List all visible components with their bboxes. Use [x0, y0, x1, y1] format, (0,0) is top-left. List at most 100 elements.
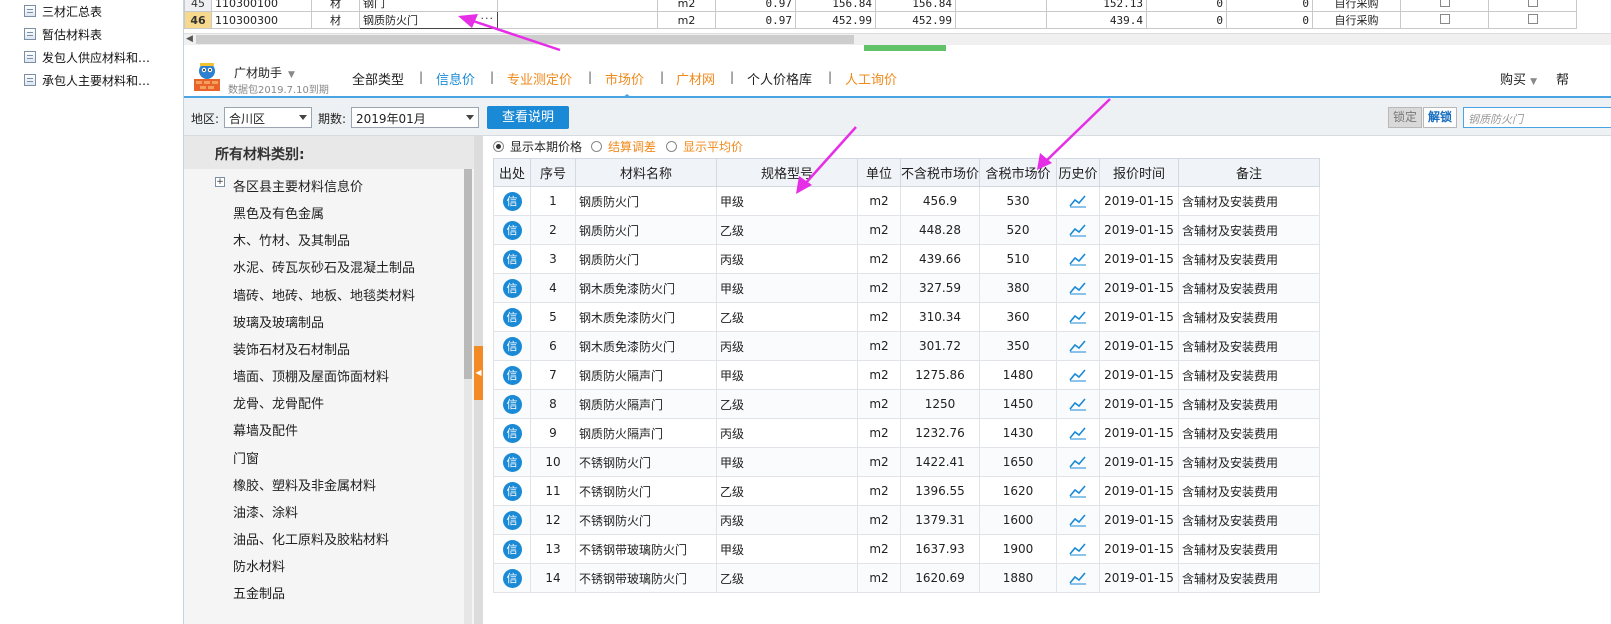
cell-source[interactable]: 信 [493, 447, 531, 477]
cell-spec[interactable]: 丙级 [716, 505, 858, 535]
cell-date[interactable]: 2019-01-15 [1099, 534, 1179, 564]
cell-unit[interactable]: m2 [857, 389, 901, 419]
tab-market-price[interactable]: 市场价 [605, 69, 644, 88]
cell-history[interactable] [1056, 505, 1100, 535]
cell-seq[interactable]: 4 [530, 273, 576, 303]
cell-name[interactable]: 不锈钢防火门 [575, 505, 717, 535]
tab-guangcai-net[interactable]: 广材网 [676, 69, 715, 88]
cell-source[interactable]: 信 [493, 389, 531, 419]
cell-price-inc-tax[interactable]: 1620 [979, 476, 1057, 506]
category-item[interactable]: 油漆、涂料 [233, 502, 298, 521]
cell-history[interactable] [1056, 389, 1100, 419]
cell-seq[interactable]: 10 [530, 447, 576, 477]
tab-all-types[interactable]: 全部类型 [352, 69, 404, 88]
cell-seq[interactable]: 1 [530, 186, 576, 216]
grid-cell-name-editing[interactable]: 钢质防火门 ··· [359, 11, 498, 29]
cell-source[interactable]: 信 [493, 476, 531, 506]
grid-cell-code[interactable]: 110300100 [211, 0, 312, 12]
cell-price-inc-tax[interactable]: 1480 [979, 360, 1057, 390]
cell-seq[interactable]: 9 [530, 418, 576, 448]
cell-history[interactable] [1056, 563, 1100, 593]
scrollbar-thumb[interactable] [464, 169, 472, 379]
cell-unit[interactable]: m2 [857, 505, 901, 535]
cell-history[interactable] [1056, 302, 1100, 332]
grid-cell-empty[interactable] [955, 11, 1047, 29]
buy-menu[interactable]: 购买 ▼ [1500, 69, 1537, 88]
category-item[interactable]: 龙骨、龙骨配件 [233, 393, 324, 412]
info-source-badge[interactable]: 信 [502, 568, 522, 588]
cell-history[interactable] [1056, 447, 1100, 477]
cell-price-inc-tax[interactable]: 380 [979, 273, 1057, 303]
cell-price-ex-tax[interactable]: 439.66 [900, 244, 980, 274]
table-row[interactable]: 信 8 钢质防火隔声门 乙级 m2 1250 1450 2019-01-15 含辅材及安装费用 [493, 389, 1320, 419]
cell-note[interactable]: 含辅材及安装费用 [1178, 447, 1320, 477]
grid-cell-check[interactable] [1400, 0, 1489, 12]
category-item[interactable]: 黑色及有色金属 [233, 203, 324, 222]
cell-price-ex-tax[interactable]: 327.59 [900, 273, 980, 303]
grid-cell-coef[interactable]: 0.97 [715, 0, 796, 12]
cell-note[interactable]: 含辅材及安装费用 [1178, 215, 1320, 245]
region-select[interactable]: 合川区 [224, 107, 312, 128]
cell-spec[interactable]: 丙级 [716, 418, 858, 448]
category-item[interactable]: 装饰石材及石材制品 [233, 339, 350, 358]
row-number[interactable]: 46 [184, 11, 212, 29]
col-price-ex-tax[interactable]: 不含税市场价 [900, 158, 980, 187]
info-source-badge[interactable]: 信 [502, 249, 522, 269]
cell-history[interactable] [1056, 418, 1100, 448]
grid-cell-price[interactable]: 439.4 [1046, 11, 1147, 29]
cell-spec[interactable]: 乙级 [716, 389, 858, 419]
grid-cell-empty[interactable] [497, 11, 658, 29]
table-row[interactable]: 信 3 钢质防火门 丙级 m2 439.66 510 2019-01-15 含辅材及安装费用 [493, 244, 1320, 274]
cell-note[interactable]: 含辅材及安装费用 [1178, 331, 1320, 361]
cell-unit[interactable]: m2 [857, 186, 901, 216]
grid-cell-price[interactable]: 152.13 [1046, 0, 1147, 12]
cell-seq[interactable]: 7 [530, 360, 576, 390]
show-current-price-option[interactable]: 显示本期价格 [493, 138, 582, 155]
cell-unit[interactable]: m2 [857, 215, 901, 245]
grid-cell-check[interactable] [1488, 11, 1577, 29]
grid-cell-unit[interactable]: m2 [657, 0, 716, 12]
tab-personal-library[interactable]: 个人价格库 [747, 69, 812, 88]
cell-date[interactable]: 2019-01-15 [1099, 505, 1179, 535]
grid-cell-code[interactable]: 110300300 [211, 11, 312, 29]
grid-row[interactable]: 46 110300300 材 钢质防火门 ··· m2 0.97 452.99 4… [184, 11, 1577, 29]
cell-price-inc-tax[interactable]: 1900 [979, 534, 1057, 564]
cell-date[interactable]: 2019-01-15 [1099, 447, 1179, 477]
cell-name[interactable]: 不锈钢防火门 [575, 447, 717, 477]
grid-cell-price[interactable]: 452.99 [875, 11, 956, 29]
help-menu[interactable]: 帮 [1556, 69, 1569, 88]
cell-price-ex-tax[interactable]: 1422.41 [900, 447, 980, 477]
cell-price-inc-tax[interactable]: 510 [979, 244, 1057, 274]
col-name[interactable]: 材料名称 [575, 158, 717, 187]
cell-name[interactable]: 不锈钢带玻璃防火门 [575, 563, 717, 593]
cell-note[interactable]: 含辅材及安装费用 [1178, 302, 1320, 332]
cell-name[interactable]: 钢质防火隔声门 [575, 360, 717, 390]
cell-price-inc-tax[interactable]: 1650 [979, 447, 1057, 477]
cell-seq[interactable]: 13 [530, 534, 576, 564]
cell-history[interactable] [1056, 273, 1100, 303]
history-chart-icon[interactable] [1069, 339, 1087, 353]
cell-unit[interactable]: m2 [857, 273, 901, 303]
col-note[interactable]: 备注 [1178, 158, 1320, 187]
grid-cell-price[interactable]: 452.99 [795, 11, 876, 29]
cell-price-ex-tax[interactable]: 448.28 [900, 215, 980, 245]
category-item[interactable]: 防水材料 [233, 556, 285, 575]
cell-history[interactable] [1056, 186, 1100, 216]
cell-note[interactable]: 含辅材及安装费用 [1178, 505, 1320, 535]
col-date[interactable]: 报价时间 [1099, 158, 1179, 187]
cell-seq[interactable]: 12 [530, 505, 576, 535]
grid-row[interactable]: 45 110300100 材 钢门 m2 0.97 156.84 156.84 … [184, 0, 1577, 12]
cell-seq[interactable]: 11 [530, 476, 576, 506]
table-row[interactable]: 信 11 不锈钢防火门 乙级 m2 1396.55 1620 2019-01-15 含辅材及安装… [493, 476, 1320, 506]
history-chart-icon[interactable] [1069, 397, 1087, 411]
grid-cell-name[interactable]: 钢门 [359, 0, 498, 12]
row-number[interactable]: 45 [184, 0, 212, 12]
cell-price-inc-tax[interactable]: 1600 [979, 505, 1057, 535]
cell-source[interactable]: 信 [493, 534, 531, 564]
category-scrollbar[interactable] [464, 169, 472, 624]
history-chart-icon[interactable] [1069, 223, 1087, 237]
cell-date[interactable]: 2019-01-15 [1099, 563, 1179, 593]
cell-price-inc-tax[interactable]: 350 [979, 331, 1057, 361]
table-row[interactable]: 信 1 钢质防火门 甲级 m2 456.9 530 2019-01-15 含辅材及安装费用 [493, 186, 1320, 216]
col-source[interactable]: 出处 [493, 158, 531, 187]
